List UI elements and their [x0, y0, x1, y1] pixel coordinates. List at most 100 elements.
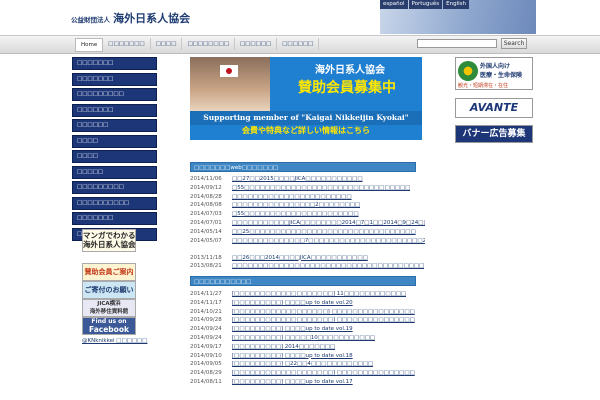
- viva-vida-ad[interactable]: 外国人向け 医療・生命保険 観光・短期滞在・在住: [455, 57, 533, 90]
- sidebar-item[interactable]: □□□□□□□: [72, 212, 157, 225]
- news-date: 2013/11/18: [190, 254, 222, 261]
- search-input[interactable]: [417, 39, 497, 48]
- viva-ad-line3: 観光・短期滞在・在住: [458, 83, 509, 89]
- site-logo[interactable]: 公益財団法人 海外日系人協会: [71, 10, 190, 26]
- hero-banner[interactable]: 海外日系人協会 賛助会員募集中 Supporting member of "Ka…: [190, 57, 422, 140]
- list-item: 2014/11/17 [□□□□□□□□□] □□□□up to date vol…: [190, 299, 425, 308]
- sidebar-item[interactable]: □□□□□□□: [72, 72, 157, 86]
- manga-banner-line1: マンガでわかる: [83, 231, 136, 240]
- news-date: 2014/08/29: [190, 370, 222, 377]
- jica-banner-line1: JICA横浜: [97, 301, 121, 307]
- sidebar-item[interactable]: □□□□: [72, 150, 157, 163]
- list-item: 2013/11/18 □□26□□□2014□□□□JICA□□□□□□□□□□□: [190, 254, 425, 263]
- news-link[interactable]: [□□□□□□□□□] □22□□4□□□□□□□□□□□□: [232, 360, 373, 369]
- news-link[interactable]: [□□□□□□□□□□□□□□□□□□] □□□□□□□□□□□□□□□□: [232, 308, 415, 317]
- sidebar-item[interactable]: □□□□□□□□□: [72, 181, 157, 194]
- twitter-link[interactable]: @KNknikkei □□□□□□: [82, 338, 147, 344]
- language-link-spanish[interactable]: español: [380, 0, 408, 9]
- language-link-portuguese[interactable]: Português: [408, 0, 443, 9]
- news-link[interactable]: [□□□□□□□□□] □□□□up to date vol.19: [232, 325, 353, 334]
- nav-item-2[interactable]: □□□□□□□: [103, 38, 151, 50]
- sidebar-item[interactable]: □□□□□□□: [72, 103, 157, 117]
- hero-title1: 海外日系人協会: [315, 65, 385, 76]
- news-date: 2014/09/12: [190, 184, 222, 191]
- japan-flag-icon: [220, 65, 238, 77]
- news-link[interactable]: [□□□□□□□□□□□□□□□□□□□] 11□□□□□□□□□□□□: [232, 290, 406, 299]
- hero-title2: 賛助会員募集中: [298, 80, 396, 96]
- news-link[interactable]: □□25□□□□□□□□□□□□□□□□□□□□□□□□□□□□□□□□: [232, 228, 416, 237]
- org-prefix: 公益財団法人: [71, 16, 110, 24]
- news-date: 2014/09/28: [190, 317, 222, 324]
- list-item: 2014/09/24 [□□□□□□□□□] □□□□up to date vol…: [190, 325, 425, 334]
- news-link[interactable]: □□□□□□□□□□□□□□□□□□□□□□□: [232, 193, 352, 202]
- jica-banner-line2: 海外移住資料館: [89, 309, 129, 315]
- sidebar-item[interactable]: □□□□□□: [72, 119, 157, 132]
- search-button[interactable]: Search: [501, 38, 527, 49]
- list-item: 2014/08/29 [□□□□□□□□□□□□□□□□□□□] □□□□□□□□…: [190, 369, 425, 378]
- list-item: 2013/08/21 □□□□□□□□□□□□□□□□□□□□□□□□□□□□□□…: [190, 262, 425, 271]
- news-link[interactable]: [□□□□□□□□□] □□□□up to date vol.20: [232, 299, 353, 308]
- facebook-banner[interactable]: Find us on Facebook: [82, 317, 136, 335]
- support-member-banner[interactable]: 賛助会員ご案内: [82, 263, 136, 281]
- main-nav: Home □□□□□□□ □□□□ □□□□□□□□ □□□□□□ □□□□□□…: [0, 35, 600, 54]
- news-link[interactable]: □□26□□□2014□□□□JICA□□□□□□□□□□□: [232, 254, 368, 263]
- news-link[interactable]: □□□□□□□□□□□JICA□□□□□□□□2014□7□1□□2014□9□…: [232, 219, 425, 228]
- news-date: 2014/07/01: [190, 219, 222, 226]
- news-date: 2014/09/24: [190, 326, 222, 333]
- list-item: 2014/07/01 □□□□□□□□□□□JICA□□□□□□□□2014□7□…: [190, 219, 425, 228]
- banner-ad-recruitment[interactable]: バナー広告募集: [455, 125, 533, 143]
- news-link[interactable]: □□□□□□□□□□□□□□□□□□□□□□□□□□□□□□□□□□□□□: [232, 262, 424, 271]
- news-date: 2014/07/03: [190, 211, 222, 218]
- sidebar-item[interactable]: □□□□□□□□□: [72, 88, 157, 101]
- manga-banner[interactable]: マンガでわかる 海外日系人協会: [82, 229, 136, 252]
- nav-item-6[interactable]: □□□□□□: [277, 38, 320, 50]
- news-date: 2014/11/06: [190, 176, 222, 182]
- news-date: 2014/09/10: [190, 352, 222, 359]
- nav-item-home[interactable]: Home: [75, 38, 104, 52]
- list-item: 2014/11/06 □□27□□2015□□□□JICA□□□□□□□□□□□: [190, 175, 425, 184]
- news-link[interactable]: □55□□□□□□□□□□□□□□□□□□□□□□□□□□□□□□□□: [232, 184, 410, 193]
- news-link[interactable]: [□□□□□□□□□] □□□□up to date vol.18: [232, 352, 353, 361]
- news-section-header: □□□□□□□□□□□: [190, 276, 416, 286]
- news-date: 2014/10/21: [190, 308, 222, 315]
- news-link[interactable]: □55□□□□□□□□□□□□□□□□□□□□□□: [232, 210, 359, 219]
- news-list: 2014/11/06 □□27□□2015□□□□JICA□□□□□□□□□□□ …: [190, 175, 425, 271]
- sidebar-item[interactable]: □□□□□□□: [72, 57, 157, 70]
- news-date: 2014/05/07: [190, 237, 222, 244]
- site-header: 公益財団法人 海外日系人協会 español Português English: [0, 0, 600, 34]
- news-link[interactable]: □□27□□2015□□□□JICA□□□□□□□□□□□: [232, 175, 363, 184]
- news-date: 2014/05/14: [190, 228, 222, 235]
- news-date: 2014/11/27: [190, 291, 222, 297]
- news-link[interactable]: [□□□□□□□□□] 2014□□□□□□□: [232, 343, 335, 352]
- donation-banner[interactable]: ご寄付のお願い: [82, 281, 136, 299]
- news-link[interactable]: [□□□□□□□□□] □□□□up to date vol.17: [232, 378, 353, 387]
- list-item: 2014/08/11 [□□□□□□□□□] □□□□up to date vol…: [190, 378, 425, 387]
- nav-item-4[interactable]: □□□□□□□□: [182, 38, 236, 50]
- org-name: 海外日系人協会: [113, 12, 191, 25]
- sidebar-menu: □□□□□□□ □□□□□□□ □□□□□□□□□ □□□□□□□ □□□□□□…: [72, 57, 157, 243]
- news-link[interactable]: □□□□□□□□□□□□□□□□2□□□□□□□□: [232, 201, 360, 210]
- hero-subtitle: 会費や特典など詳しい情報はこちら: [242, 126, 370, 135]
- news-date: 2014/09/24: [190, 334, 222, 341]
- list-item: 2014/08/28 □□□□□□□□□□□□□□□□□□□□□□□: [190, 193, 425, 202]
- sidebar-item[interactable]: □□□□□: [72, 165, 157, 179]
- news-date: 2014/09/17: [190, 343, 222, 350]
- nav-item-5[interactable]: □□□□□□: [235, 38, 278, 50]
- sidebar-item[interactable]: □□□□□□□□□□: [72, 196, 157, 210]
- hero-english: Supporting member of "Kaigai Nikkeijin K…: [190, 111, 422, 125]
- list-item: 2014/08/08 □□□□□□□□□□□□□□□□2□□□□□□□□: [190, 201, 425, 210]
- list-item: 2014/10/21 [□□□□□□□□□□□□□□□□□□] □□□□□□□□□…: [190, 308, 425, 317]
- list-item: 2014/09/12 □55□□□□□□□□□□□□□□□□□□□□□□□□□□□…: [190, 184, 425, 193]
- news-link[interactable]: □□□□□□□□□□□□□□7□□□□□□□□□□□□□□□□□□□□□□201…: [232, 237, 425, 254]
- nav-item-3[interactable]: □□□□: [151, 38, 183, 50]
- avante-ad[interactable]: AVANTE: [455, 98, 533, 118]
- list-item: 2014/09/17 [□□□□□□□□□] 2014□□□□□□□: [190, 343, 425, 352]
- list-item: 2014/07/03 □55□□□□□□□□□□□□□□□□□□□□□□: [190, 210, 425, 219]
- jica-museum-banner[interactable]: JICA横浜 海外移住資料館: [82, 299, 136, 317]
- news-link[interactable]: [□□□□□□□□□□□□□□□□□□□] □□□□□□□□□□□□□□□: [232, 316, 415, 325]
- news-link[interactable]: [□□□□□□□□□□□□□□□□□□□] □□□□□□□□□□□□□□□: [232, 369, 415, 378]
- news-link[interactable]: [□□□□□□□□□] □□□□□10□□□□□□□□□□□: [232, 334, 375, 343]
- sidebar-item[interactable]: □□□□: [72, 134, 157, 148]
- language-link-english[interactable]: English: [443, 0, 469, 9]
- list-item: 2014/05/07 □□□□□□□□□□□□□□7□□□□□□□□□□□□□□□…: [190, 237, 425, 254]
